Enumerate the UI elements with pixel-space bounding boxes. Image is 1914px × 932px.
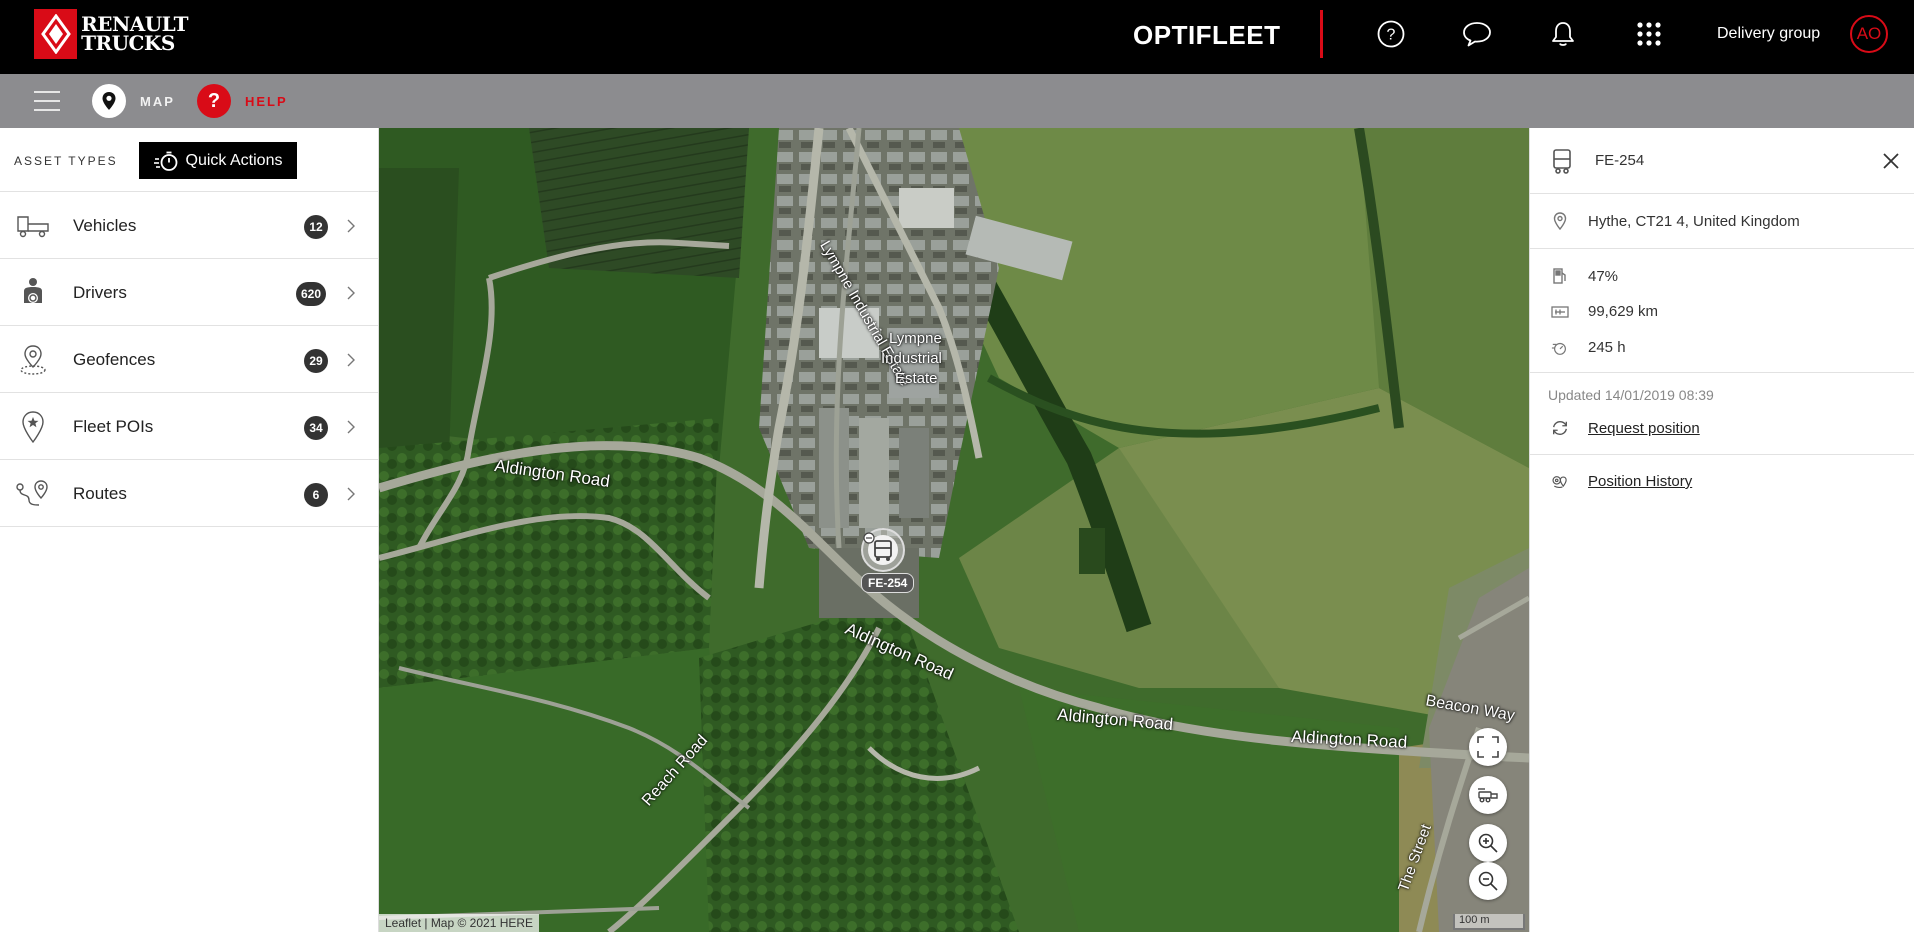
asset-item-geofences[interactable]: Geofences 29 xyxy=(0,326,378,393)
chevron-right-icon xyxy=(343,216,359,236)
asset-item-label: Fleet POIs xyxy=(73,417,154,436)
asset-item-label: Drivers xyxy=(73,283,127,302)
hamburger-menu-icon[interactable] xyxy=(34,91,60,111)
top-bar: RENAULT TRUCKS OPTIFLEET ? Delivery grou… xyxy=(0,0,1914,74)
odometer-icon xyxy=(1551,303,1569,321)
refresh-icon[interactable] xyxy=(1551,419,1569,437)
truck-icon xyxy=(15,208,51,244)
zoom-in-icon[interactable] xyxy=(1469,824,1507,862)
vehicle-icon xyxy=(1551,148,1573,179)
nav-map-label: MAP xyxy=(140,93,175,109)
detail-history-row: Position History xyxy=(1530,455,1914,507)
map-background xyxy=(379,128,1529,932)
detail-location-row: Hythe, CT21 4, United Kingdom xyxy=(1530,194,1914,249)
asset-types-title: ASSET TYPES xyxy=(14,154,118,168)
asset-item-fleet-pois[interactable]: Fleet POIs 34 xyxy=(0,393,378,460)
bell-icon[interactable] xyxy=(1547,18,1579,50)
fuel-pump-icon xyxy=(1551,267,1569,285)
asset-item-vehicles[interactable]: Vehicles 12 xyxy=(0,192,378,259)
asset-types-panel: ASSET TYPES Quick Actions Vehicles 12 Dr… xyxy=(0,128,379,932)
logo-line-2: TRUCKS xyxy=(81,31,175,55)
detail-updated-time: Updated 14/01/2019 08:39 xyxy=(1548,387,1714,403)
header-divider xyxy=(1320,10,1323,58)
close-icon[interactable] xyxy=(1880,150,1902,172)
map-scale: 100 m xyxy=(1453,914,1525,930)
nav-map[interactable]: MAP xyxy=(92,84,175,118)
asset-count-badge: 29 xyxy=(304,349,328,373)
location-pin-icon xyxy=(1551,212,1569,230)
satellite-map[interactable]: Lympne Industrial Estate Lympne Industri… xyxy=(379,128,1529,932)
app-title: OPTIFLEET xyxy=(1133,20,1281,50)
quick-actions-button[interactable]: Quick Actions xyxy=(139,142,297,179)
asset-count-badge: 34 xyxy=(304,416,328,440)
renault-trucks-logo[interactable]: RENAULT TRUCKS xyxy=(34,9,188,59)
position-history-link[interactable]: Position History xyxy=(1588,473,1692,490)
sub-nav-bar: MAP ? HELP xyxy=(0,74,1914,128)
detail-fuel-level: 47% xyxy=(1588,268,1619,285)
request-position-link[interactable]: Request position xyxy=(1588,420,1700,437)
asset-item-routes[interactable]: Routes 6 xyxy=(0,460,378,527)
chevron-right-icon xyxy=(343,283,359,303)
detail-vehicle-id: FE-254 xyxy=(1595,152,1645,169)
route-icon xyxy=(15,476,51,512)
detail-location: Hythe, CT21 4, United Kingdom xyxy=(1588,213,1800,230)
asset-item-label: Geofences xyxy=(73,350,156,369)
nav-help-label: HELP xyxy=(245,93,288,109)
chat-icon[interactable] xyxy=(1461,18,1493,50)
driver-icon xyxy=(15,275,51,311)
logo-text: RENAULT TRUCKS xyxy=(81,14,188,55)
vehicle-label[interactable]: FE-254 xyxy=(861,573,915,593)
nav-help[interactable]: ? HELP xyxy=(197,84,288,118)
fullscreen-icon[interactable] xyxy=(1469,728,1507,766)
map-label-estate-line2: Industrial xyxy=(881,350,942,367)
user-avatar[interactable]: AO xyxy=(1850,15,1888,53)
map-label-estate-line3: Estate xyxy=(895,370,938,387)
stopwatch-icon xyxy=(153,151,177,171)
svg-text:?: ? xyxy=(1387,27,1396,44)
position-history-icon[interactable] xyxy=(1551,473,1569,491)
detail-position-block: Updated 14/01/2019 08:39 Request positio… xyxy=(1530,373,1914,455)
poi-icon xyxy=(15,409,51,445)
help-circle-icon[interactable]: ? xyxy=(1375,18,1407,50)
geofence-icon xyxy=(15,342,51,378)
quick-actions-label: Quick Actions xyxy=(185,151,283,169)
chevron-right-icon xyxy=(343,350,359,370)
vehicle-marker-icon xyxy=(861,528,905,572)
traffic-layer-icon[interactable] xyxy=(1469,776,1507,814)
vehicle-detail-panel: FE-254 Hythe, CT21 4, United Kingdom 47%… xyxy=(1529,128,1914,932)
map-attribution[interactable]: Leaflet | Map © 2021 HERE xyxy=(379,914,540,932)
asset-item-label: Vehicles xyxy=(73,216,137,235)
asset-count-badge: 620 xyxy=(296,282,327,306)
engine-hours-icon xyxy=(1551,339,1569,357)
asset-count-badge: 12 xyxy=(304,215,328,239)
chevron-right-icon xyxy=(343,417,359,437)
help-icon: ? xyxy=(197,84,231,118)
detail-header: FE-254 xyxy=(1530,128,1914,194)
map-label-estate-line1: Lympne xyxy=(889,330,942,347)
detail-stats: 47% 99,629 km 245 h xyxy=(1530,249,1914,373)
map-pin-icon xyxy=(92,84,126,118)
asset-types-header: ASSET TYPES Quick Actions xyxy=(0,128,378,192)
detail-engine-hours: 245 h xyxy=(1588,339,1626,356)
detail-odometer: 99,629 km xyxy=(1588,303,1659,320)
chevron-right-icon xyxy=(343,484,359,504)
group-selector[interactable]: Delivery group xyxy=(1717,25,1820,43)
vehicle-marker[interactable] xyxy=(859,526,907,579)
apps-grid-icon[interactable] xyxy=(1633,18,1665,50)
asset-item-label: Routes xyxy=(73,484,127,503)
renault-diamond-icon xyxy=(34,9,78,59)
asset-count-badge: 6 xyxy=(304,483,328,507)
zoom-out-icon[interactable] xyxy=(1469,862,1507,900)
asset-item-drivers[interactable]: Drivers 620 xyxy=(0,259,378,326)
